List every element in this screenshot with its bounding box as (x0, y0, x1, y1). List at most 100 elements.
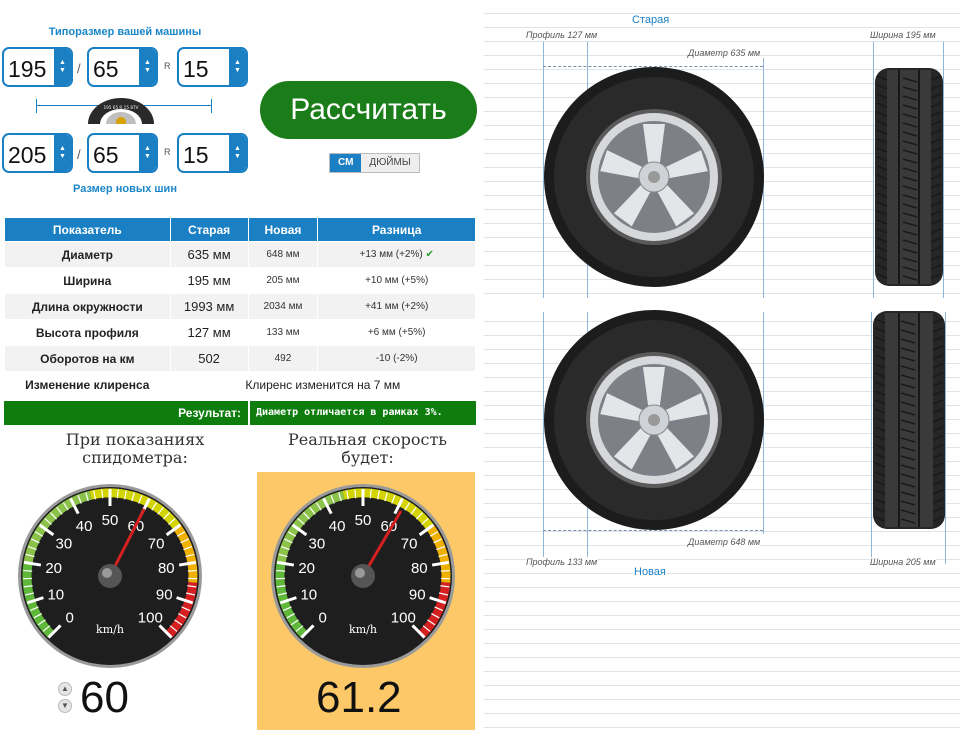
new-diameter-label: Диаметр 648 мм (688, 537, 761, 547)
gauge-tick-label: 0 (66, 609, 74, 626)
gauge-tick-label: 10 (300, 587, 317, 604)
row-diff: +6 мм (+5%) (317, 319, 476, 346)
old-rim-select[interactable]: 15 ▲ ▼ (177, 47, 248, 87)
table-row: Высота профиля 127 мм 133 мм +6 мм (+5%) (4, 319, 476, 346)
gauge-tick-label: 90 (156, 587, 173, 604)
new-radius-prefix: R (164, 147, 171, 157)
old-profile-spinner-icon[interactable]: ▲ ▼ (139, 49, 156, 85)
real-speed-label: Реальная скорость будет: (287, 430, 448, 467)
gauge-tick-label: 30 (309, 535, 326, 552)
row-diff: +41 мм (+2%) (317, 293, 476, 320)
old-profile-select[interactable]: 65 ▲ ▼ (87, 47, 158, 87)
gauge-unit-label: km/h (349, 623, 377, 636)
speed-down-icon[interactable]: ▼ (58, 699, 72, 713)
old-title: Старая (632, 14, 670, 26)
speed-stepper[interactable]: ▲ ▼ (58, 682, 74, 716)
mini-tire-text: 195 65 R 15 87V (103, 105, 138, 110)
row-label: Диаметр (4, 241, 171, 268)
row-label: Оборотов на км (4, 345, 171, 372)
old-profile-value: 65 (93, 56, 119, 82)
row-label: Ширина (4, 267, 171, 294)
new-profile-spinner-icon[interactable]: ▲ ▼ (139, 135, 156, 171)
new-width-label: Ширина 205 мм (870, 557, 936, 567)
new-title: Новая (634, 566, 666, 578)
header-old: Старая (169, 217, 249, 242)
row-diff: +13 мм (+2%) (359, 249, 423, 260)
new-rim-value: 15 (183, 142, 209, 168)
new-profile-value: 65 (93, 142, 119, 168)
clearance-value: Клиренс изменится на 7 мм (169, 371, 477, 398)
real-speed-value: 61.2 (316, 673, 402, 722)
row-old: 1993 мм (169, 293, 249, 320)
old-separator: / (77, 61, 81, 76)
gauge-hub-highlight (355, 568, 365, 578)
row-diff-cell: +13 мм (+2%) ✔ (317, 241, 476, 268)
checkmark-icon: ✔ (425, 249, 434, 260)
gauge-tick-label: 40 (76, 518, 93, 535)
old-width-spinner-icon[interactable]: ▲ ▼ (54, 49, 71, 85)
new-profile-label: Профиль 133 мм (526, 557, 598, 567)
new-separator: / (77, 147, 81, 162)
gauge-tick (101, 489, 104, 499)
gauge-tick-label: 50 (102, 512, 119, 529)
new-rim-spinner-icon[interactable]: ▲ ▼ (229, 135, 246, 171)
gauge-tick-label: 20 (298, 560, 315, 577)
gauge-tick-label: 100 (391, 609, 416, 626)
old-width-value: 195 (8, 56, 47, 82)
table-row: Оборотов на км 502 492 -10 (-2%) (4, 345, 476, 372)
new-rim-select[interactable]: 15 ▲ ▼ (177, 133, 248, 173)
clearance-label: Изменение клиренса (4, 371, 171, 398)
old-rim-spinner-icon[interactable]: ▲ ▼ (229, 49, 246, 85)
old-width-label: Ширина 195 мм (870, 30, 936, 40)
speed-up-icon[interactable]: ▲ (58, 682, 72, 696)
gauge-tick (440, 569, 450, 572)
real-speedometer: 010203040 50 60708090100km/h (271, 484, 455, 668)
unit-cm-button[interactable]: СМ (330, 154, 362, 172)
row-label: Высота профиля (4, 319, 171, 346)
row-new: 205 мм (247, 267, 319, 294)
new-width-select[interactable]: 205 ▲ ▼ (2, 133, 73, 173)
results-table: Показатель Старая Новая Разница Диаметр … (4, 217, 477, 398)
tire-visual-panel: Старая Профиль 127 мм Ширина 195 мм Диам… (484, 0, 960, 738)
row-diff: +10 мм (+5%) (317, 267, 476, 294)
gauge-tick-label: 40 (329, 518, 346, 535)
old-radius-prefix: R (164, 61, 171, 71)
gauge-tick-label: 70 (148, 535, 165, 552)
old-rim-value: 15 (183, 56, 209, 82)
row-new: 648 мм (247, 241, 319, 268)
gauge-tick (187, 569, 197, 572)
gauge-tick (23, 569, 33, 572)
gauge-tick-label: 100 (138, 609, 163, 626)
row-label: Длина окружности (4, 293, 171, 320)
old-tire-side-image (544, 67, 764, 287)
new-profile-select[interactable]: 65 ▲ ▼ (87, 133, 158, 173)
new-width-spinner-icon[interactable]: ▲ ▼ (54, 135, 71, 171)
shown-speed-value[interactable]: 60 (80, 673, 129, 723)
shown-speed-label: При показаниях спидометра: (65, 430, 205, 467)
calculate-button[interactable]: Рассчитать (260, 81, 477, 139)
gauge-tick-label: 90 (409, 587, 426, 604)
unit-toggle[interactable]: СМ ДЮЙМЫ (329, 153, 420, 173)
shown-speedometer: 0102030405060708090100km/h (18, 484, 202, 668)
old-width-select[interactable]: 195 ▲ ▼ (2, 47, 73, 87)
tire-profile-icon: 195 65 R 15 87V (86, 94, 156, 124)
row-new: 2034 мм (247, 293, 319, 320)
new-width-value: 205 (8, 142, 47, 168)
result-divider (248, 401, 250, 425)
gauge-tick-label: 20 (45, 560, 62, 577)
row-new: 492 (247, 345, 319, 372)
row-old: 195 мм (169, 267, 249, 294)
gauge-tick-label: 0 (319, 609, 327, 626)
table-header-row: Показатель Старая Новая Разница (4, 217, 476, 242)
old-profile-label: Профиль 127 мм (526, 30, 598, 40)
header-indicator: Показатель (4, 217, 171, 242)
unit-inches-button[interactable]: ДЮЙМЫ (361, 154, 419, 172)
gauge-tick-label: 50 (355, 512, 372, 529)
gauge-tick-label: 70 (401, 535, 418, 552)
row-old: 502 (169, 345, 249, 372)
table-row: Диаметр 635 мм 648 мм +13 мм (+2%) ✔ (4, 241, 476, 268)
row-old: 635 мм (169, 241, 249, 268)
old-size-caption: Типоразмер вашей машины (48, 26, 202, 38)
gauge-tick (354, 489, 357, 499)
gauge-tick-label: 30 (56, 535, 73, 552)
